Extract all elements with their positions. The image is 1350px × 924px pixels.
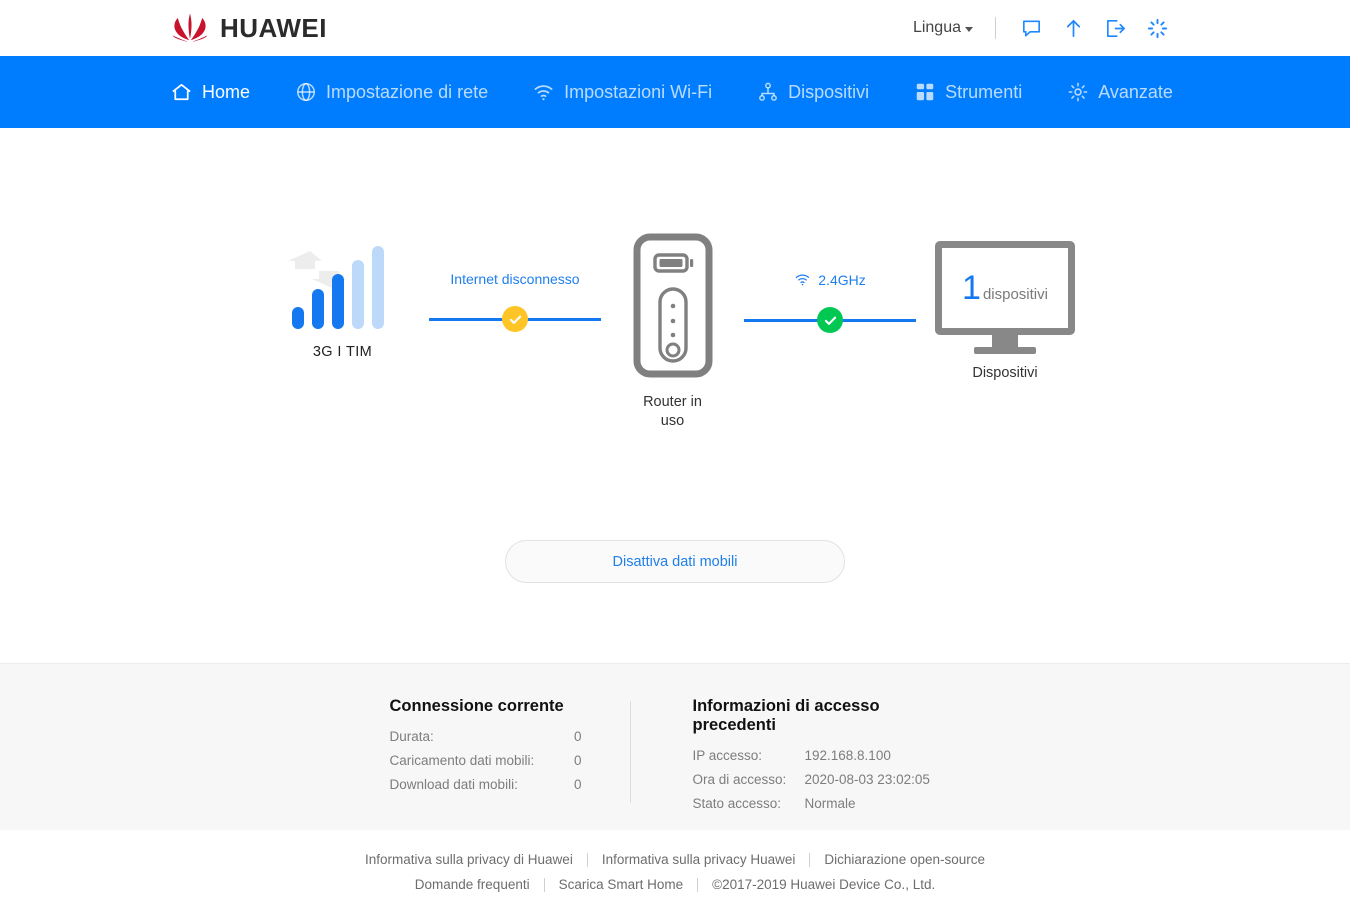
nav-label-tools: Strumenti [945,81,1023,102]
info-value: Normale [804,796,856,811]
main-content: 3G I TIM Internet disconnesso Router in … [0,128,1350,663]
lan-status-badge [817,307,843,333]
wan-status-text-link[interactable]: Internet disconnesso [450,271,579,287]
info-value: 0 [573,753,582,768]
info-row: Ora di accesso: 2020-08-03 23:02:05 [693,772,961,787]
wifi-icon [794,271,811,288]
wan-link-line [429,306,601,332]
devices-node[interactable]: 1 dispositivi Dispositivi [918,233,1093,381]
info-key: Durata: [389,729,434,744]
logout-icon[interactable] [1102,15,1128,41]
brand-logo[interactable]: HUAWEI [170,13,327,44]
footer-link-privacy-huawei-di[interactable]: Informativa sulla privacy di Huawei [351,852,587,867]
footer-row-secondary: Domande frequenti Scarica Smart Home ©20… [0,877,1350,892]
monitor-stand [992,335,1018,347]
wifi-icon [532,81,555,104]
nav-item-tools[interactable]: Strumenti [913,81,1022,104]
home-icon [170,81,193,104]
current-connection-title: Connessione corrente [389,697,564,715]
lan-link: 2.4GHz [743,233,918,333]
nav-item-network-settings[interactable]: Impostazione di rete [294,81,488,104]
info-value: 192.168.8.100 [804,748,891,763]
info-row: Download dati mobili: 0 [390,777,630,792]
lan-status-text-link[interactable]: 2.4GHz [794,271,866,288]
monitor-icon: 1 dispositivi [935,241,1075,335]
info-key: Ora di accesso: [692,772,787,787]
nav-label-wifi-settings: Impostazioni Wi-Fi [564,81,713,102]
top-bar-actions: Lingua [913,15,1170,41]
router-label: Router in uso [643,394,702,429]
router-icon [633,233,713,383]
footer-link-open-source[interactable]: Dichiarazione open-source [810,852,999,867]
info-row: Durata: 0 [390,729,630,744]
info-value: 0 [573,729,582,744]
devices-label: Dispositivi [972,365,1038,381]
loading-icon[interactable] [1144,15,1170,41]
previous-access-title: Informazioni di accesso precedenti [692,697,880,734]
gear-icon [1066,81,1089,104]
upload-icon[interactable] [1060,15,1086,41]
devices-count: 1 [962,269,981,307]
nav-label-devices: Dispositivi [788,81,870,102]
nav-label-advanced: Avanzate [1098,81,1173,102]
info-key: IP accesso: [692,748,763,763]
nav-item-devices[interactable]: Dispositivi [756,81,869,104]
actions-area: Disattiva dati mobili [0,540,1350,583]
info-row: Stato accesso: Normale [693,796,961,811]
devices-tree-icon [756,81,779,104]
footer-copyright: ©2017-2019 Huawei Device Co., Ltd. [712,877,936,892]
toggle-mobile-data-button[interactable]: Disattiva dati mobili [505,540,845,583]
footer-row-primary: Informativa sulla privacy di Huawei Info… [0,852,1350,867]
previous-access-panel: Informazioni di accesso precedenti IP ac… [631,697,961,830]
language-label: Lingua [912,19,961,36]
footer-link-faq[interactable]: Domande frequenti [401,877,544,892]
signal-status: 3G I TIM [258,233,428,360]
chat-icon[interactable] [1018,15,1044,41]
info-value: 2020-08-03 23:02:05 [804,772,930,787]
nav-item-home[interactable]: Home [170,81,250,104]
info-value: 0 [573,777,582,792]
lan-link-line [744,307,916,333]
info-row: IP accesso: 192.168.8.100 [693,748,961,763]
info-key: Caricamento dati mobili: [389,753,535,768]
footer-link-privacy-huawei[interactable]: Informativa sulla privacy Huawei [588,852,810,867]
router-node: Router in uso [603,233,743,430]
network-topology-diagram: 3G I TIM Internet disconnesso Router in … [0,233,1350,430]
globe-icon [294,81,317,104]
nav-item-advanced[interactable]: Avanzate [1066,81,1173,104]
top-divider [995,17,996,39]
nav-label-home: Home [202,81,251,102]
page-footer: Informativa sulla privacy di Huawei Info… [0,830,1350,892]
info-row: Caricamento dati mobili: 0 [390,753,630,768]
signal-strength-graphic [280,233,405,333]
devices-count-unit: dispositivi [982,286,1048,303]
signal-operator-label: 3G I TIM [312,344,373,360]
nav-label-network-settings: Impostazione di rete [326,81,489,102]
info-key: Stato accesso: [692,796,782,811]
wan-status-badge [502,306,528,332]
top-bar: HUAWEI Lingua [0,0,1350,56]
info-section: Connessione corrente Durata: 0 Caricamen… [0,663,1350,830]
lan-status-label: 2.4GHz [818,271,866,288]
wan-status-label: Internet disconnesso [450,271,580,287]
chevron-down-icon [965,27,973,32]
footer-link-smart-home[interactable]: Scarica Smart Home [545,877,698,892]
nav-item-wifi-settings[interactable]: Impostazioni Wi-Fi [532,81,712,104]
current-connection-panel: Connessione corrente Durata: 0 Caricamen… [390,697,630,830]
info-key: Download dati mobili: [389,777,518,792]
monitor-foot [974,347,1036,354]
grid-icon [913,81,936,104]
brand-name: HUAWEI [220,12,327,43]
language-selector[interactable]: Lingua [913,19,973,37]
huawei-flower-icon [170,13,210,43]
main-navigation: Home Impostazione di rete Impostazioni W… [0,56,1350,128]
wan-link: Internet disconnesso [428,233,603,332]
